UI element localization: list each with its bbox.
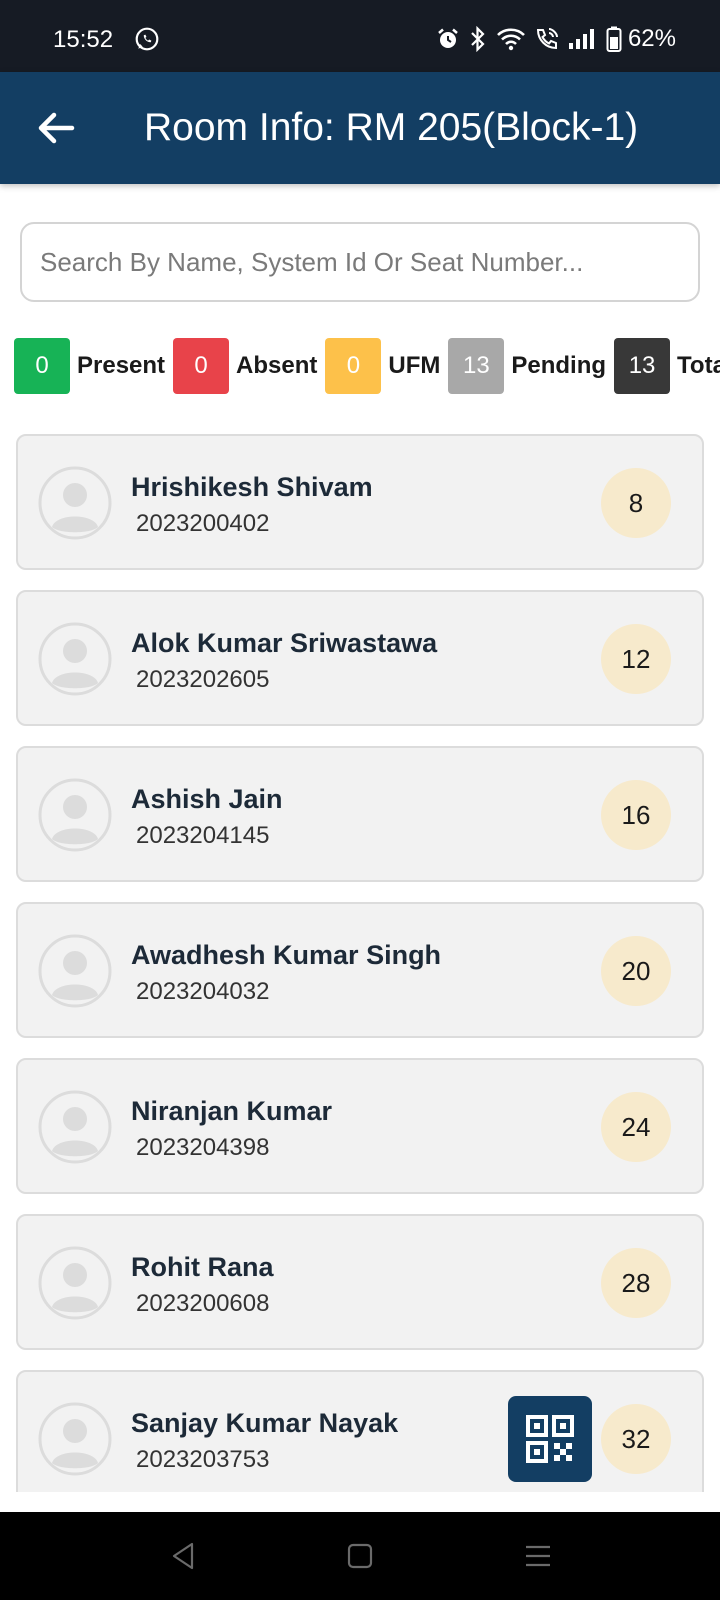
total-count-badge: 13 — [614, 338, 671, 394]
student-name: Alok Kumar Sriwastawa — [131, 628, 438, 658]
stat-ufm: 0 UFM — [325, 338, 448, 394]
student-system-id: 2023204145 — [136, 822, 270, 849]
student-name: Awadhesh Kumar Singh — [131, 940, 442, 970]
status-time: 15:52 — [53, 26, 114, 53]
absent-count-badge: 0 — [173, 338, 230, 394]
student-card[interactable]: Alok Kumar Sriwastawa 2023202605 12 — [16, 590, 704, 726]
present-label: Present — [77, 352, 166, 379]
wifi-icon — [497, 28, 525, 51]
student-system-id: 2023200402 — [136, 510, 270, 537]
present-count-badge: 0 — [14, 338, 70, 394]
student-card[interactable]: Sanjay Kumar Nayak 2023203753 32 — [16, 1370, 704, 1492]
student-card[interactable]: Hrishikesh Shivam 2023200402 8 — [16, 434, 704, 570]
stat-pending: 13 Pending — [448, 338, 614, 394]
arrow-left-icon[interactable] — [36, 108, 76, 148]
back-triangle-icon[interactable] — [166, 1538, 202, 1574]
attendance-summary: 0 Present 0 Absent 0 UFM 13 Pending 13 T… — [14, 338, 720, 394]
student-system-id: 2023202605 — [136, 666, 270, 693]
avatar-placeholder-icon — [38, 778, 112, 852]
stat-total: 13 Total — [614, 338, 720, 394]
wifi-call-icon — [536, 28, 558, 50]
avatar-placeholder-icon — [38, 466, 112, 540]
seat-number-badge: 12 — [601, 624, 671, 694]
absent-label: Absent — [236, 352, 318, 379]
student-name: Niranjan Kumar — [131, 1096, 333, 1126]
student-card[interactable]: Niranjan Kumar 2023204398 24 — [16, 1058, 704, 1194]
student-name: Rohit Rana — [131, 1252, 274, 1282]
system-nav-bar — [0, 1512, 720, 1600]
signal-icon — [568, 29, 594, 49]
seat-number-badge: 8 — [601, 468, 671, 538]
stat-present: 0 Present — [14, 338, 173, 394]
alarm-icon — [438, 28, 458, 48]
seat-number-badge: 20 — [601, 936, 671, 1006]
status-icons: 62% — [436, 24, 676, 54]
avatar-placeholder-icon — [38, 1090, 112, 1164]
battery-icon — [606, 26, 622, 52]
student-name: Hrishikesh Shivam — [131, 472, 373, 502]
pending-label: Pending — [511, 352, 607, 379]
qr-code-icon — [526, 1415, 574, 1463]
battery-percentage: 62% — [627, 25, 676, 52]
avatar-placeholder-icon — [38, 1246, 112, 1320]
app-bar: Room Info: RM 205(Block-1) — [0, 72, 720, 184]
avatar-placeholder-icon — [38, 1402, 112, 1476]
student-card[interactable]: Rohit Rana 2023200608 28 — [16, 1214, 704, 1350]
bluetooth-icon — [471, 26, 485, 52]
search-box — [20, 222, 700, 302]
status-bar: 15:52 62% — [0, 0, 720, 72]
student-card[interactable]: Ashish Jain 2023204145 16 — [16, 746, 704, 882]
student-system-id: 2023204032 — [136, 978, 270, 1005]
total-label: Total — [677, 352, 720, 379]
student-system-id: 2023204398 — [136, 1134, 270, 1161]
student-name: Ashish Jain — [131, 784, 283, 814]
stat-absent: 0 Absent — [173, 338, 325, 394]
seat-number-badge: 24 — [601, 1092, 671, 1162]
pending-count-badge: 13 — [448, 338, 505, 394]
ufm-label: UFM — [388, 352, 441, 379]
seat-number-badge: 16 — [601, 780, 671, 850]
student-list: Hrishikesh Shivam 2023200402 8 Alok Kuma… — [16, 434, 704, 1492]
scan-qr-button[interactable] — [508, 1396, 592, 1482]
student-system-id: 2023203753 — [136, 1446, 270, 1473]
student-name: Sanjay Kumar Nayak — [131, 1408, 399, 1438]
seat-number-badge: 32 — [601, 1404, 671, 1474]
avatar-placeholder-icon — [38, 622, 112, 696]
avatar-placeholder-icon — [38, 934, 112, 1008]
seat-number-badge: 28 — [601, 1248, 671, 1318]
search-input[interactable] — [22, 224, 698, 300]
ufm-count-badge: 0 — [325, 338, 382, 394]
home-square-icon[interactable] — [342, 1538, 378, 1574]
whatsapp-icon — [135, 27, 159, 51]
page-title: Room Info: RM 205(Block-1) — [144, 106, 639, 149]
student-system-id: 2023200608 — [136, 1290, 270, 1317]
recents-menu-icon[interactable] — [520, 1538, 556, 1574]
student-card[interactable]: Awadhesh Kumar Singh 2023204032 20 — [16, 902, 704, 1038]
